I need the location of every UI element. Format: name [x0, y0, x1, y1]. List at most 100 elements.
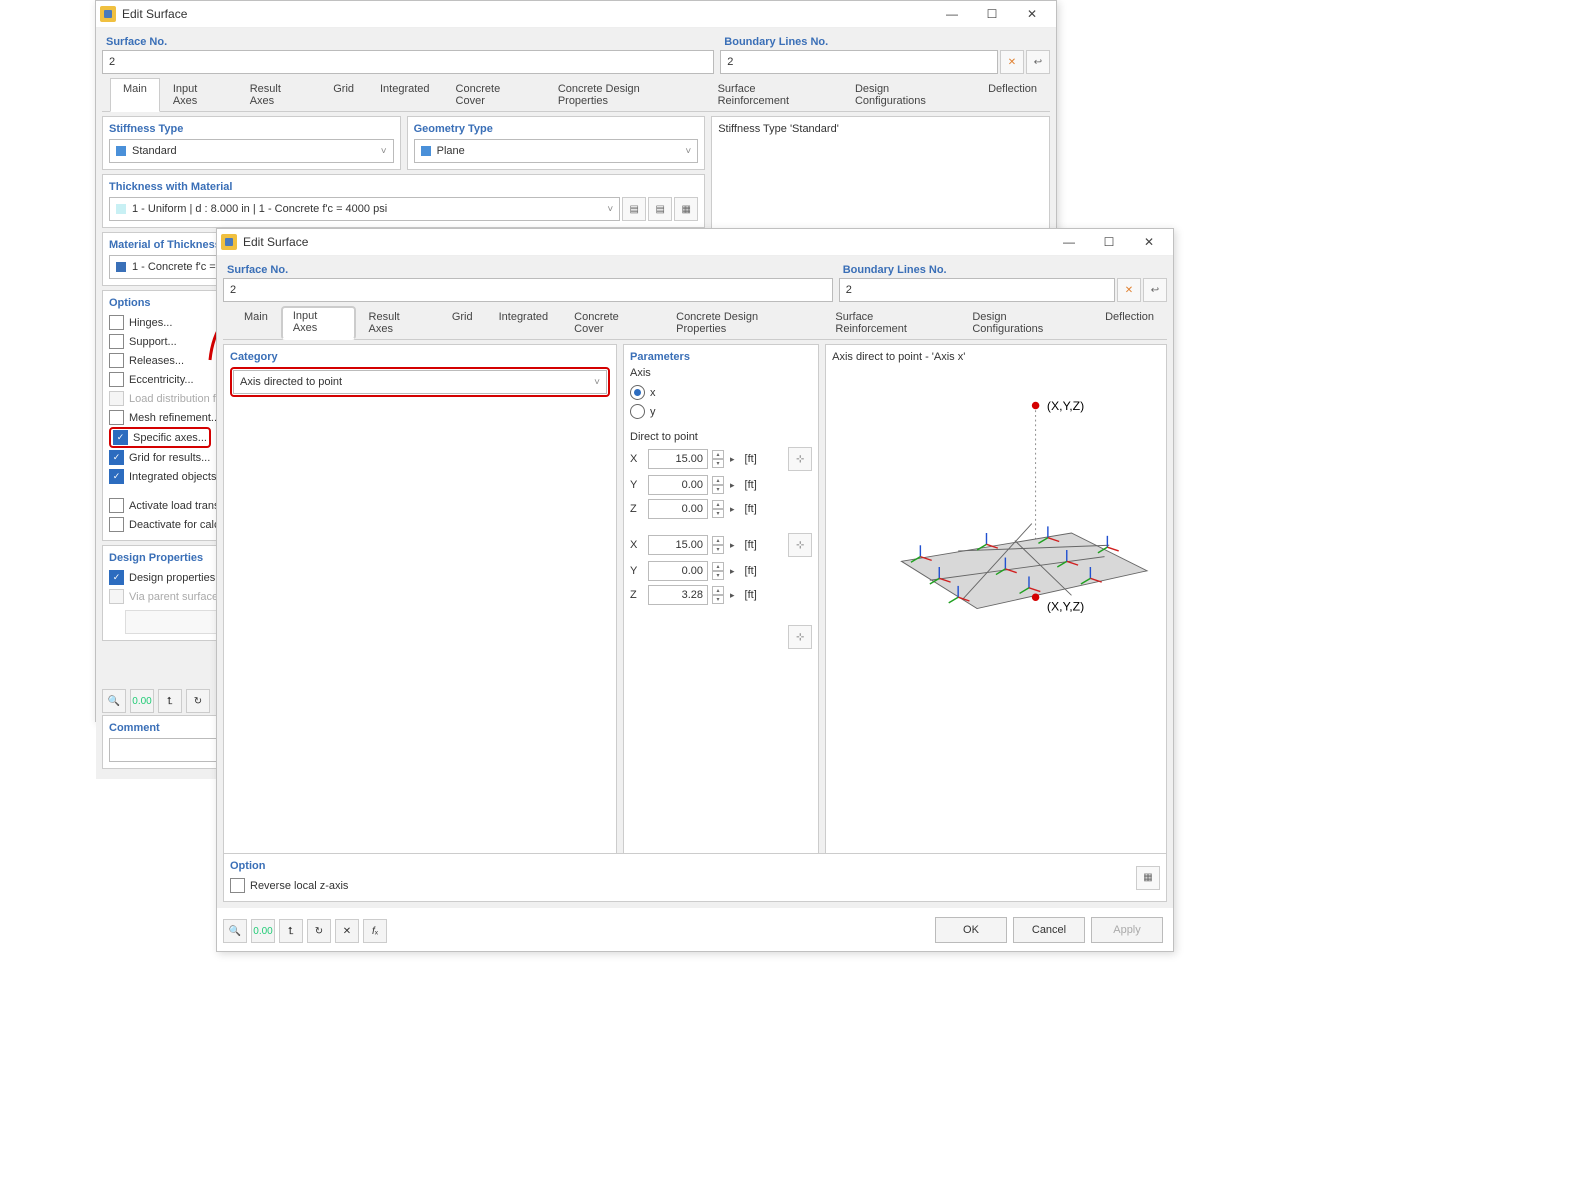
- new-thickness-icon[interactable]: ▤: [622, 197, 646, 221]
- tab-integrated[interactable]: Integrated: [367, 78, 443, 112]
- tab-surface-reinf[interactable]: Surface Reinforcement: [822, 306, 959, 340]
- tab-grid[interactable]: Grid: [439, 306, 486, 340]
- tab-surface-reinf[interactable]: Surface Reinforcement: [705, 78, 842, 112]
- play-icon[interactable]: ▸: [730, 566, 735, 577]
- tab-result-axes[interactable]: Result Axes: [356, 306, 439, 340]
- cancel-button[interactable]: Cancel: [1013, 917, 1085, 943]
- preview-label: Stiffness Type 'Standard': [718, 123, 1043, 135]
- axis-x-radio[interactable]: [630, 385, 645, 400]
- reverse-z-checkbox[interactable]: [230, 878, 245, 893]
- tab-concrete-cover[interactable]: Concrete Cover: [561, 306, 663, 340]
- tab-design-configs[interactable]: Design Configurations: [842, 78, 975, 112]
- reset-icon[interactable]: ↩: [1026, 50, 1050, 74]
- tab-deflection[interactable]: Deflection: [975, 78, 1050, 112]
- spinner[interactable]: ▴▾: [712, 562, 724, 580]
- tool-axis-icon[interactable]: ⮤: [279, 919, 303, 943]
- coord-input[interactable]: 0.00: [648, 475, 708, 495]
- option-label: Grid for results...: [129, 452, 210, 464]
- tool-refresh-icon[interactable]: ↻: [186, 689, 210, 713]
- spinner[interactable]: ▴▾: [712, 450, 724, 468]
- option-checkbox[interactable]: [109, 334, 124, 349]
- apply-button[interactable]: Apply: [1091, 917, 1163, 943]
- apply-option-icon[interactable]: ▦: [1136, 866, 1160, 890]
- spinner[interactable]: ▴▾: [712, 500, 724, 518]
- boundary-lines-input[interactable]: 2: [720, 50, 998, 74]
- option-checkbox[interactable]: [109, 372, 124, 387]
- tool-search-icon[interactable]: 🔍: [102, 689, 126, 713]
- option-label: Support...: [129, 336, 177, 348]
- design-label: Design properties: [129, 572, 215, 584]
- option-label: Hinges...: [129, 317, 172, 329]
- spinner[interactable]: ▴▾: [712, 586, 724, 604]
- reset-icon[interactable]: ↩: [1143, 278, 1167, 302]
- category-select[interactable]: Axis directed to point: [233, 370, 607, 394]
- tab-input-axes[interactable]: Input Axes: [281, 306, 356, 340]
- tool-units-icon[interactable]: 0.00: [251, 919, 275, 943]
- option-checkbox[interactable]: [109, 315, 124, 330]
- option-checkbox[interactable]: [109, 450, 124, 465]
- pick-icon[interactable]: ✕: [1000, 50, 1024, 74]
- geometry-type-select[interactable]: Plane: [414, 139, 699, 163]
- coord-input[interactable]: 15.00: [648, 535, 708, 555]
- minimize-button[interactable]: —: [932, 1, 972, 27]
- play-icon[interactable]: ▸: [730, 504, 735, 515]
- option-checkbox[interactable]: [109, 498, 124, 513]
- category-label: Category: [230, 351, 610, 363]
- preview-label: Axis direct to point - 'Axis x': [832, 351, 1160, 363]
- spinner[interactable]: ▴▾: [712, 536, 724, 554]
- axis-y-radio[interactable]: [630, 404, 645, 419]
- ok-button[interactable]: OK: [935, 917, 1007, 943]
- tab-input-axes[interactable]: Input Axes: [160, 78, 237, 112]
- tool-refresh-icon[interactable]: ↻: [307, 919, 331, 943]
- option-checkbox[interactable]: [113, 430, 128, 445]
- tab-main[interactable]: Main: [231, 306, 281, 340]
- tab-deflection[interactable]: Deflection: [1092, 306, 1167, 340]
- pick-points-icon[interactable]: ⊹: [788, 625, 812, 649]
- surface-no-input[interactable]: 2: [102, 50, 714, 74]
- coord-input[interactable]: 0.00: [648, 499, 708, 519]
- pick-point-icon[interactable]: ⊹: [788, 533, 812, 557]
- pick-icon[interactable]: ✕: [1117, 278, 1141, 302]
- play-icon[interactable]: ▸: [730, 590, 735, 601]
- coord-input[interactable]: 15.00: [648, 449, 708, 469]
- unit-label: [ft]: [745, 453, 757, 465]
- edit-thickness-icon[interactable]: ▤: [648, 197, 672, 221]
- tab-result-axes[interactable]: Result Axes: [237, 78, 321, 112]
- close-button[interactable]: ✕: [1129, 229, 1169, 255]
- play-icon[interactable]: ▸: [730, 454, 735, 465]
- coord-input[interactable]: 3.28: [648, 585, 708, 605]
- tab-concrete-design[interactable]: Concrete Design Properties: [545, 78, 705, 112]
- tool-extra2-icon[interactable]: fₓ: [363, 919, 387, 943]
- play-icon[interactable]: ▸: [730, 480, 735, 491]
- tab-concrete-cover[interactable]: Concrete Cover: [443, 78, 545, 112]
- tab-concrete-design[interactable]: Concrete Design Properties: [663, 306, 822, 340]
- boundary-lines-input[interactable]: 2: [839, 278, 1115, 302]
- surface-no-input[interactable]: 2: [223, 278, 833, 302]
- option-checkbox[interactable]: [109, 517, 124, 532]
- tab-integrated[interactable]: Integrated: [486, 306, 562, 340]
- tool-search-icon[interactable]: 🔍: [223, 919, 247, 943]
- tool-units-icon[interactable]: 0.00: [130, 689, 154, 713]
- stiffness-type-select[interactable]: Standard: [109, 139, 394, 163]
- tool-extra1-icon[interactable]: ✕: [335, 919, 359, 943]
- pick-point-icon[interactable]: ⊹: [788, 447, 812, 471]
- design-checkbox[interactable]: [109, 570, 124, 585]
- thickness-select[interactable]: 1 - Uniform | d : 8.000 in | 1 - Concret…: [109, 197, 620, 221]
- tab-main[interactable]: Main: [110, 78, 160, 112]
- tab-grid[interactable]: Grid: [320, 78, 367, 112]
- minimize-button[interactable]: —: [1049, 229, 1089, 255]
- coord-input[interactable]: 0.00: [648, 561, 708, 581]
- option-checkbox[interactable]: [109, 410, 124, 425]
- maximize-button[interactable]: ☐: [1089, 229, 1129, 255]
- close-button[interactable]: ✕: [1012, 1, 1052, 27]
- library-thickness-icon[interactable]: ▦: [674, 197, 698, 221]
- coord-label: Y: [630, 565, 644, 577]
- option-checkbox[interactable]: [109, 469, 124, 484]
- unit-label: [ft]: [745, 479, 757, 491]
- maximize-button[interactable]: ☐: [972, 1, 1012, 27]
- tab-design-configs[interactable]: Design Configurations: [959, 306, 1092, 340]
- option-checkbox[interactable]: [109, 353, 124, 368]
- tool-axis-icon[interactable]: ⮤: [158, 689, 182, 713]
- play-icon[interactable]: ▸: [730, 540, 735, 551]
- spinner[interactable]: ▴▾: [712, 476, 724, 494]
